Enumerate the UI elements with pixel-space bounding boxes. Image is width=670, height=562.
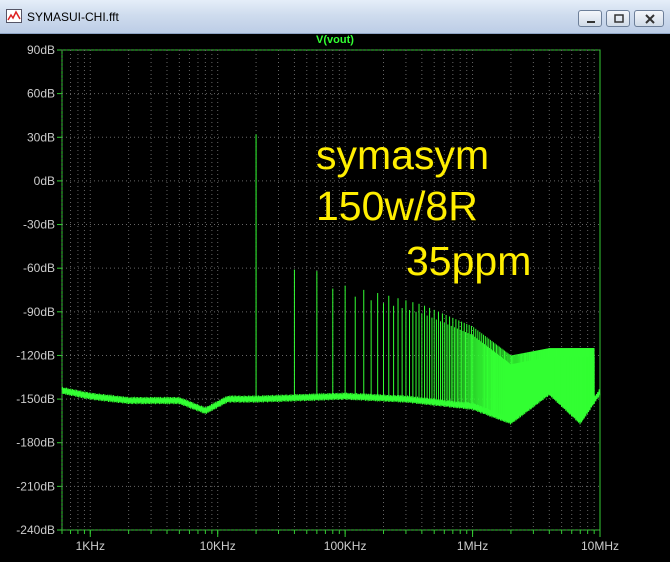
y-tick-label: -240dB [16,523,55,537]
y-tick-label: -210dB [16,479,55,493]
annotation-power: 150w/8R [316,183,478,229]
x-tick-label: 100KHz [324,539,367,553]
y-tick-label: -60dB [23,261,55,275]
plot-frame [61,49,601,531]
y-tick-label: -120dB [16,348,55,362]
y-tick-label: -90dB [23,305,55,319]
minimize-icon [587,21,595,23]
y-tick-label: 30dB [27,130,55,144]
x-tick-label: 10KHz [200,539,236,553]
close-button[interactable] [634,10,664,27]
fft-plot-pane[interactable]: V(vout) 90dB 60dB 30dB 0dB -30dB -60dB -90dB -1… [0,34,670,562]
window-title: SYMASUI-CHI.fft [27,10,119,24]
y-tick-label: 0dB [34,174,55,188]
x-tick-label: 1KHz [76,539,105,553]
fft-chart[interactable]: 90dB 60dB 30dB 0dB -30dB -60dB -90dB -120dB -150… [0,34,670,562]
maximize-icon [614,14,624,23]
ltspice-fft-window: SYMASUI-CHI.fft V(vout) 90dB 60dB 30dB 0dB -… [0,0,670,562]
x-tick-label: 1MHz [457,539,488,553]
y-tick-label: 90dB [27,43,55,57]
y-tick-label: -30dB [23,218,55,232]
close-icon [645,14,655,24]
y-tick-label: 60dB [27,87,55,101]
minimize-button[interactable] [578,10,602,27]
y-tick-label: -180dB [16,436,55,450]
annotation-title: symasym [316,132,490,178]
y-tick-label: -150dB [16,392,55,406]
maximize-button[interactable] [606,10,630,27]
title-bar[interactable]: SYMASUI-CHI.fft [0,0,670,34]
annotation-distortion: 35ppm [406,238,532,284]
waveform-chart-icon [6,9,22,23]
x-tick-label: 10MHz [581,539,619,553]
